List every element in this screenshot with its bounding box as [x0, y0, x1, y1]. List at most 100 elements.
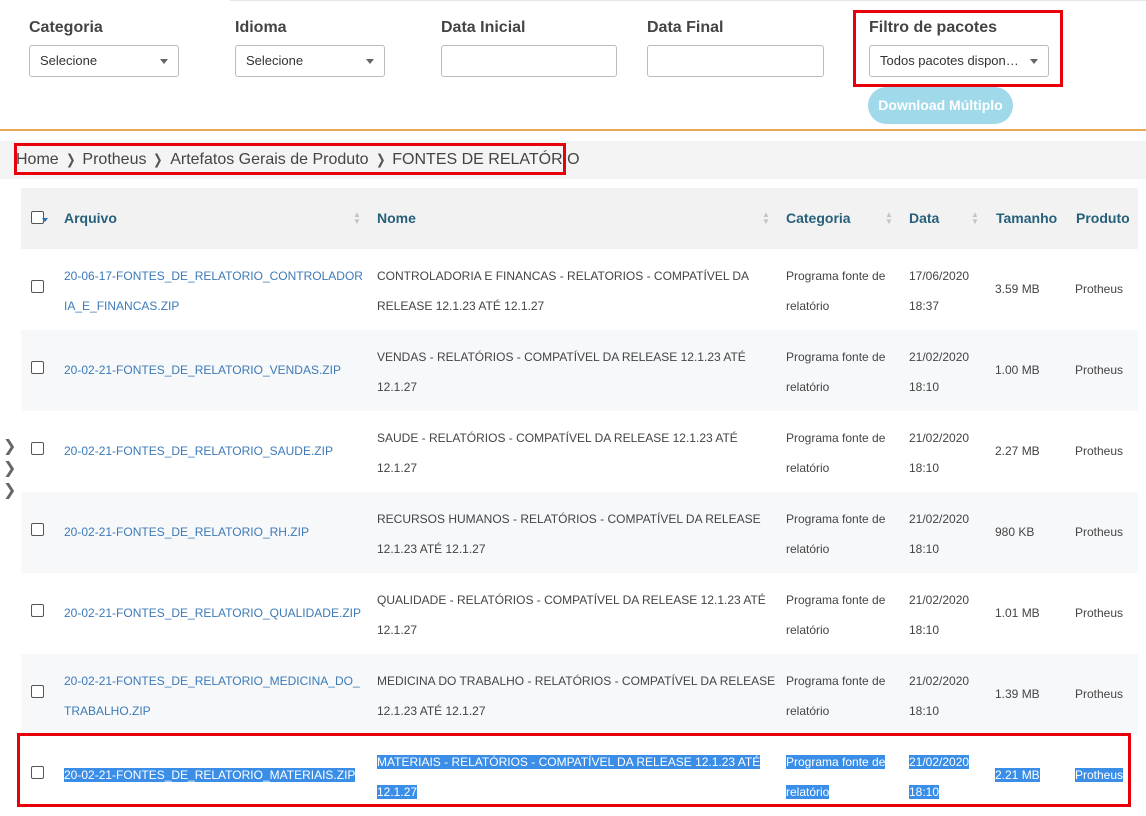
- date-line: 21/02/2020: [909, 512, 970, 526]
- highlight-box-selected-row: [17, 733, 1131, 807]
- idioma-select[interactable]: Selecione: [235, 45, 385, 77]
- data-final-input[interactable]: [647, 45, 824, 77]
- row-checkbox[interactable]: [31, 280, 44, 293]
- file-link[interactable]: 20-02-21-FONTES_DE_RELATORIO_QUALIDADE.Z…: [64, 598, 361, 628]
- file-link[interactable]: 20-02-21-FONTES_DE_RELATORIO_SAUDE.ZIP: [64, 436, 333, 466]
- categoria-cell: Programa fonte de relatório: [786, 585, 885, 645]
- nome-line: MEDICINA DO TRABALHO - RELATÓRIOS - COMP…: [377, 674, 776, 688]
- row-checkbox[interactable]: [31, 604, 44, 617]
- download-multiple-button[interactable]: Download Múltiplo: [868, 87, 1013, 124]
- chevron-right-icon: ❯: [3, 438, 17, 455]
- caret-down-icon: [1030, 59, 1038, 64]
- file-link[interactable]: 20-02-21-FONTES_DE_RELATORIO_VENDAS.ZIP: [64, 355, 341, 385]
- file-link[interactable]: 20-02-21-FONTES_DE_RELATORIO_RH.ZIP: [64, 517, 309, 547]
- column-header-tamanho[interactable]: Tamanho: [996, 210, 1057, 226]
- time-line: 18:10: [909, 461, 940, 475]
- categoria-line: Programa fonte de: [786, 674, 886, 688]
- nome-line: 12.1.23 ATÉ 12.1.27: [377, 704, 486, 718]
- chevron-right-icon: ❯: [3, 482, 17, 499]
- column-header-produto[interactable]: Produto: [1076, 210, 1130, 226]
- table-row[interactable]: 20-02-21-FONTES_DE_RELATORIO_VENDAS.ZIP …: [21, 330, 1138, 411]
- table-row[interactable]: 20-06-17-FONTES_DE_RELATORIO_CONTROLADOR…: [21, 249, 1138, 330]
- time-line: 18:10: [909, 542, 940, 556]
- categoria-cell: Programa fonte de relatório: [786, 342, 885, 402]
- file-name-line[interactable]: TRABALHO.ZIP: [64, 696, 360, 726]
- date-line: 21/02/2020: [909, 431, 970, 445]
- sort-icon[interactable]: ▲ ▼: [971, 211, 979, 226]
- nome-line: 12.1.23 ATÉ 12.1.27: [377, 542, 486, 556]
- file-name-line[interactable]: 20-02-21-FONTES_DE_RELATORIO_SAUDE.ZIP: [64, 436, 333, 466]
- file-name-line[interactable]: 20-02-21-FONTES_DE_RELATORIO_RH.ZIP: [64, 517, 309, 547]
- file-name-line[interactable]: 20-02-21-FONTES_DE_RELATORIO_MEDICINA_DO…: [64, 666, 360, 696]
- data-inicial-input[interactable]: [441, 45, 617, 77]
- column-header-data[interactable]: Data: [909, 210, 939, 226]
- nome-cell: SAUDE - RELATÓRIOS - COMPATÍVEL DA RELEA…: [377, 423, 738, 483]
- nome-line: RELEASE 12.1.23 ATÉ 12.1.27: [377, 299, 545, 313]
- accent-divider: [0, 129, 1146, 131]
- sort-icon[interactable]: ▲ ▼: [762, 211, 770, 226]
- nome-line: 12.1.27: [377, 380, 418, 394]
- nome-line: 12.1.27: [377, 461, 418, 475]
- column-header-categoria[interactable]: Categoria: [786, 210, 851, 226]
- nome-cell: MEDICINA DO TRABALHO - RELATÓRIOS - COMP…: [377, 666, 775, 726]
- divider: [230, 0, 1146, 1]
- file-link[interactable]: 20-02-21-FONTES_DE_RELATORIO_MEDICINA_DO…: [64, 666, 360, 726]
- produto-cell: Protheus: [1075, 606, 1124, 620]
- file-name-line[interactable]: IA_E_FINANCAS.ZIP: [64, 291, 363, 321]
- table-row[interactable]: 20-02-21-FONTES_DE_RELATORIO_MEDICINA_DO…: [21, 654, 1138, 735]
- row-checkbox[interactable]: [31, 361, 44, 374]
- data-final-label: Data Final: [647, 19, 724, 36]
- nome-cell: CONTROLADORIA E FINANCAS - RELATORIOS - …: [377, 261, 749, 321]
- table-row[interactable]: 20-02-21-FONTES_DE_RELATORIO_QUALIDADE.Z…: [21, 573, 1138, 654]
- table-header: Arquivo ▲ ▼ Nome ▲ ▼ Categoria ▲ ▼ Data ▲ ▼ …: [21, 188, 1138, 249]
- tamanho-cell: 2.27 MB: [995, 444, 1040, 458]
- nome-line: SAUDE - RELATÓRIOS - COMPATÍVEL DA RELEA…: [377, 431, 738, 445]
- categoria-line: Programa fonte de: [786, 512, 886, 526]
- categoria-line: relatório: [786, 623, 830, 637]
- categoria-line: relatório: [786, 461, 830, 475]
- categoria-cell: Programa fonte de relatório: [786, 423, 885, 483]
- filtro-pacotes-value: Todos pacotes disponí…: [880, 53, 1023, 68]
- row-checkbox[interactable]: [31, 442, 44, 455]
- filtro-pacotes-select[interactable]: Todos pacotes disponí…: [869, 45, 1049, 77]
- data-cell: 21/02/2020 18:10: [909, 585, 969, 645]
- categoria-line: relatório: [786, 380, 830, 394]
- caret-down-icon[interactable]: [42, 218, 48, 222]
- categoria-line: Programa fonte de: [786, 269, 886, 283]
- tamanho-cell: 980 KB: [995, 525, 1035, 539]
- categoria-line: Programa fonte de: [786, 593, 886, 607]
- categoria-label: Categoria: [29, 19, 103, 36]
- categoria-line: relatório: [786, 704, 830, 718]
- time-line: 18:10: [909, 704, 940, 718]
- idioma-select-value: Selecione: [246, 53, 304, 68]
- side-expand-arrows[interactable]: ❯ ❯ ❯: [3, 436, 19, 502]
- sort-icon[interactable]: ▲ ▼: [353, 211, 361, 226]
- categoria-select[interactable]: Selecione: [29, 45, 179, 77]
- time-line: 18:10: [909, 623, 940, 637]
- table-row[interactable]: 20-02-21-FONTES_DE_RELATORIO_SAUDE.ZIP S…: [21, 411, 1138, 492]
- date-line: 17/06/2020: [909, 269, 970, 283]
- tamanho-cell: 1.01 MB: [995, 606, 1040, 620]
- nome-cell: VENDAS - RELATÓRIOS - COMPATÍVEL DA RELE…: [377, 342, 746, 402]
- nome-line: RECURSOS HUMANOS - RELATÓRIOS - COMPATÍV…: [377, 512, 761, 526]
- file-name-line[interactable]: 20-02-21-FONTES_DE_RELATORIO_VENDAS.ZIP: [64, 355, 341, 385]
- table-row[interactable]: 20-02-21-FONTES_DE_RELATORIO_RH.ZIP RECU…: [21, 492, 1138, 573]
- row-checkbox[interactable]: [31, 523, 44, 536]
- column-header-arquivo[interactable]: Arquivo: [64, 210, 117, 226]
- data-cell: 21/02/2020 18:10: [909, 342, 969, 402]
- chevron-right-icon: ❯: [3, 460, 17, 477]
- caret-down-icon: [160, 59, 168, 64]
- file-name-line[interactable]: 20-06-17-FONTES_DE_RELATORIO_CONTROLADOR: [64, 261, 363, 291]
- data-cell: 21/02/2020 18:10: [909, 666, 969, 726]
- column-header-nome[interactable]: Nome: [377, 210, 416, 226]
- file-name-line[interactable]: 20-02-21-FONTES_DE_RELATORIO_QUALIDADE.Z…: [64, 598, 361, 628]
- highlight-box-breadcrumb: [14, 143, 566, 175]
- sort-icon[interactable]: ▲ ▼: [885, 211, 893, 226]
- nome-line: 12.1.27: [377, 623, 418, 637]
- data-inicial-label: Data Inicial: [441, 19, 526, 36]
- row-checkbox[interactable]: [31, 685, 44, 698]
- produto-cell: Protheus: [1075, 363, 1124, 377]
- categoria-line: Programa fonte de: [786, 350, 886, 364]
- categoria-line: Programa fonte de: [786, 431, 886, 445]
- file-link[interactable]: 20-06-17-FONTES_DE_RELATORIO_CONTROLADOR…: [64, 261, 363, 321]
